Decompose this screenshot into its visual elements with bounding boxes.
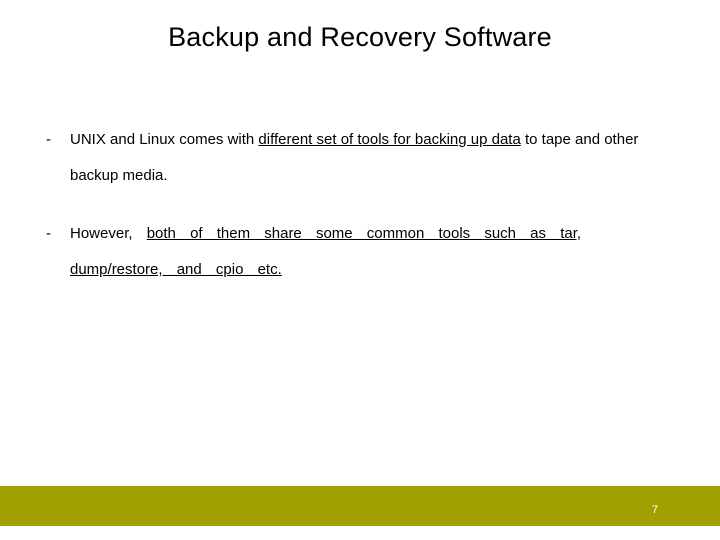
slide-body: UNIX and Linux comes with different set …	[40, 122, 680, 310]
bullet-text-post: .	[278, 261, 282, 278]
bullet-list: UNIX and Linux comes with different set …	[40, 122, 680, 288]
page-number: 7	[652, 504, 658, 516]
slide: Backup and Recovery Software UNIX and Li…	[0, 0, 720, 540]
list-item: UNIX and Linux comes with different set …	[40, 122, 680, 194]
bullet-text-pre: However,	[70, 225, 147, 242]
bullet-text-underlined: both of them share some common tools suc…	[70, 225, 581, 278]
bullet-text-pre: UNIX and Linux comes with	[70, 131, 258, 148]
bullet-text-underlined: different set of tools for backing up da…	[258, 131, 520, 148]
footer-accent-bar	[0, 486, 720, 526]
list-item: However, both of them share some common …	[40, 216, 680, 288]
slide-title: Backup and Recovery Software	[0, 22, 720, 53]
